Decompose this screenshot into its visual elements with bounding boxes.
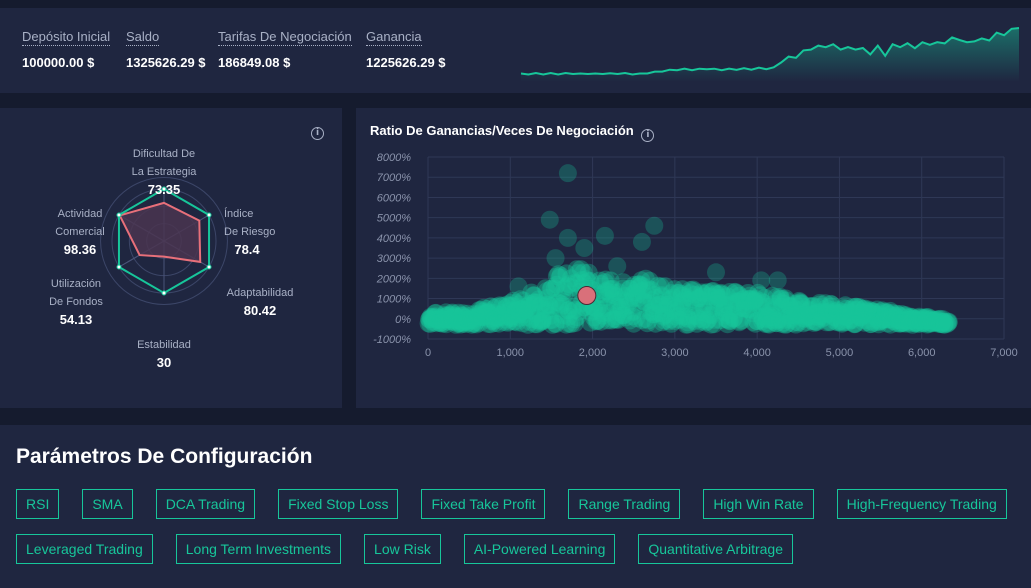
stat-label[interactable]: Tarifas De Negociación (218, 29, 352, 46)
config-tag[interactable]: High-Frequency Trading (836, 489, 1007, 519)
config-tag[interactable]: Long Term Investments (175, 534, 342, 564)
tag-row: RSI SMA DCA Trading Fixed Stop Loss Fixed Ta… (16, 489, 1030, 519)
x-tick-label: 5,000 (826, 347, 854, 359)
config-title: Parámetros De Configuración (16, 445, 313, 468)
scatter-point (558, 228, 577, 247)
config-tag[interactable]: SMA (82, 489, 133, 519)
radar-axis-name: De Riesgo (224, 226, 276, 238)
radar-axis-value: 78.4 (234, 242, 260, 257)
scatter-point (752, 271, 771, 290)
config-tag[interactable]: Leveraged Trading (16, 534, 153, 564)
radar-vertex (206, 264, 212, 270)
y-tick-label: 0% (395, 314, 411, 326)
x-tick-label: 4,000 (743, 347, 771, 359)
config-tag[interactable]: Fixed Take Profit (421, 489, 546, 519)
x-tick-label: 2,000 (579, 347, 607, 359)
scatter-title: Ratio De Ganancias/Veces De Negociación … (370, 123, 655, 142)
radar-label-risk-index: Índice De Riesgo 78.4 (212, 205, 282, 259)
radar-label-stability: Estabilidad 30 (124, 336, 204, 372)
scatter-point (509, 277, 528, 296)
x-tick-label: 0 (425, 347, 431, 359)
radar-vertex (161, 290, 167, 296)
radar-axis-name: La Estrategia (131, 166, 197, 178)
profit-ratio-scatter-panel: 8000% 7000% 6000% 5000% 4000% 3000% 2000% 1000%… (356, 108, 1031, 408)
radar-label-adaptability: Adaptabilidad 80.42 (220, 284, 300, 320)
stat-label[interactable]: Saldo (126, 29, 160, 46)
scatter-points (419, 164, 958, 334)
radar-label-trading-activity: Actividad Comercial 98.36 (40, 205, 120, 259)
x-tick-label: 1,000 (497, 347, 525, 359)
scatter-point (938, 312, 957, 331)
y-tick-label: 8000% (377, 152, 411, 164)
scatter-point (768, 271, 787, 290)
stat-label[interactable]: Ganancia (366, 29, 422, 46)
y-tick-label: 4000% (377, 233, 411, 245)
config-tag[interactable]: DCA Trading (155, 489, 256, 519)
scatter-chart: 8000% 7000% 6000% 5000% 4000% 3000% 2000% 1000%… (373, 152, 1018, 359)
current-strategy-point (577, 286, 597, 306)
stat-label[interactable]: Depósito Inicial (22, 29, 111, 46)
x-tick-label: 6,000 (908, 347, 936, 359)
y-tick-label: 2000% (376, 273, 411, 285)
configuration-panel: Parámetros De Configuración RSI SMA DCA Tr… (0, 425, 1031, 588)
scatter-point (575, 239, 594, 257)
radar-vertex (206, 212, 212, 218)
radar-axis-value: 30 (156, 355, 172, 370)
radar-axis-value: 73.35 (147, 182, 181, 197)
config-tag[interactable]: Low Risk (364, 534, 441, 564)
y-tick-label: 6000% (377, 192, 411, 204)
stat-value: 1225626.29 $ (366, 55, 446, 70)
radar-axis-name: Estabilidad (137, 339, 191, 351)
x-tick-label: 7,000 (990, 347, 1018, 359)
scatter-title-text: Ratio De Ganancias/Veces De Negociación (370, 123, 634, 138)
scatter-point (540, 210, 559, 229)
scatter-point (707, 263, 725, 282)
equity-curve-chart (520, 27, 1020, 82)
y-tick-label: 7000% (377, 172, 411, 184)
config-tag[interactable]: Range Trading (568, 489, 681, 519)
config-tag[interactable]: Quantitative Arbitrage (638, 534, 793, 564)
y-tick-label: 3000% (377, 253, 411, 265)
strategy-radar-panel: i Dificultad De La Estrategia 73.35 Índi… (0, 108, 342, 408)
radar-axis-value: 80.42 (243, 303, 277, 318)
radar-vertex (116, 264, 122, 270)
stat-profit: Ganancia 1225626.29 $ (366, 28, 446, 70)
radar-axis-name: Adaptabilidad (226, 287, 294, 299)
scatter-point (645, 216, 664, 235)
y-tick-label: 5000% (377, 213, 411, 225)
config-tag[interactable]: High Win Rate (703, 489, 814, 519)
x-tick-label: 3,000 (661, 347, 689, 359)
radar-axis-name: Utilización (50, 278, 102, 290)
radar-axis-value: 98.36 (63, 242, 97, 257)
scatter-point (558, 164, 577, 183)
radar-label-strategy-difficulty: Dificultad De La Estrategia 73.35 (118, 145, 210, 199)
scatter-point (608, 257, 627, 276)
radar-label-fund-utilization: Utilización De Fondos 54.13 (36, 275, 116, 329)
config-tag[interactable]: Fixed Stop Loss (278, 489, 399, 519)
stat-value: 1325626.29 $ (126, 55, 206, 70)
radar-axis-name: Dificultad De (132, 148, 196, 160)
scatter-point (546, 249, 565, 268)
stat-value: 186849.08 $ (218, 55, 291, 70)
y-tick-label: 1000% (377, 294, 411, 306)
radar-axis-name: Actividad (57, 208, 103, 220)
stat-balance: Saldo 1325626.29 $ (126, 28, 206, 70)
radar-axis-name: De Fondos (49, 296, 103, 308)
config-tag[interactable]: AI-Powered Learning (463, 534, 616, 564)
tag-row: Leveraged Trading Long Term Investments Lo… (16, 534, 816, 564)
stat-trading-fees: Tarifas De Negociación 186849.08 $ (218, 28, 352, 70)
stat-initial-deposit: Depósito Inicial 100000.00 $ (22, 28, 111, 70)
stat-value: 100000.00 $ (22, 55, 95, 70)
radar-axis-name: Índice (224, 208, 254, 220)
scatter-point (595, 226, 614, 245)
radar-axis-name: Comercial (55, 226, 105, 238)
config-tag[interactable]: RSI (16, 489, 60, 519)
summary-panel: Depósito Inicial 100000.00 $ Saldo 13256… (0, 8, 1031, 93)
y-tick-label: -1000% (373, 334, 411, 346)
scatter-point (632, 232, 651, 251)
radar-axis-value: 54.13 (59, 312, 93, 327)
